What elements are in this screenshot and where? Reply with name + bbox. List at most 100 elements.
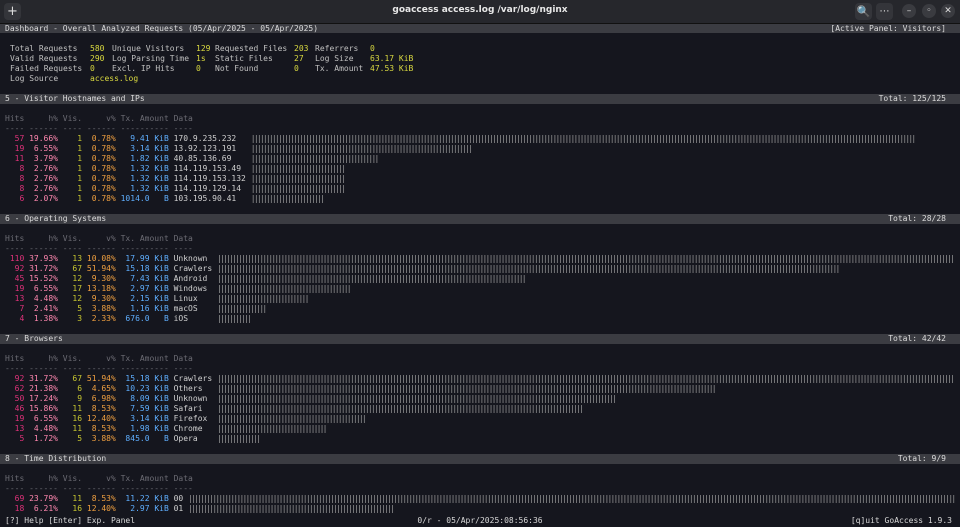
hits-percent: 2.76%: [24, 164, 58, 173]
visitors-value: 5: [57, 304, 83, 313]
row-bar: ||||||||||||||||||||||||||||||||||||||||…: [250, 154, 379, 163]
visitors-percent: 0.78%: [82, 194, 116, 203]
visitors-value: 67: [57, 264, 83, 273]
row-bar: ||||||||||||||||||||||||||||||||||||||||…: [250, 144, 473, 153]
visitors-percent: 51.94%: [82, 264, 116, 273]
hits-percent: 15.86%: [24, 404, 58, 413]
row-data: 170.9.235.232: [173, 134, 237, 143]
tx-amount: 2.15 KiB: [115, 294, 169, 303]
row-bar: ||||||||||||||||: [217, 304, 267, 313]
table-row[interactable]: 11 3.79% 1 0.78% 1.82 KiB 40.85.136.69: [5, 154, 232, 164]
hits-value: 92: [5, 264, 25, 273]
table-header: Hits h% Vis. v% Tx. Amount Data: [5, 114, 193, 123]
table-rule: ---- ------ ---- ------ ---------- ----: [5, 364, 193, 373]
stat-label: Unique Visitors: [112, 44, 185, 53]
table-row[interactable]: 19 6.55% 1 0.78% 3.14 KiB 13.92.123.191: [5, 144, 237, 154]
visitors-value: 1: [57, 134, 83, 143]
table-row[interactable]: 5 1.72% 5 3.88% 845.0 B Opera: [5, 434, 198, 444]
tx-amount: 1014.0 B: [115, 194, 169, 203]
stat-label: Failed Requests: [10, 64, 83, 73]
table-header: Hits h% Vis. v% Tx. Amount Data: [5, 474, 193, 483]
window-title: goaccess access.log /var/log/nginx: [392, 5, 568, 15]
visitors-value: 16: [57, 504, 83, 513]
tx-amount: 9.41 KiB: [115, 134, 169, 143]
panel-title: 8 - Time Distribution: [5, 454, 107, 463]
visitors-percent: 4.65%: [82, 384, 116, 393]
stat-label: Log Size: [315, 54, 354, 63]
table-row[interactable]: 69 23.79% 11 8.53% 11.22 KiB 00: [5, 494, 184, 504]
tx-amount: 3.14 KiB: [115, 414, 169, 423]
table-row[interactable]: 4 1.38% 3 2.33% 676.0 B iOS: [5, 314, 188, 324]
stat-label: Requested Files: [215, 44, 288, 53]
row-data: 01: [173, 504, 184, 513]
tx-amount: 10.23 KiB: [115, 384, 169, 393]
minimize-button[interactable]: –: [902, 4, 916, 18]
table-row[interactable]: 6 2.07% 1 0.78% 1014.0 B 103.195.90.41: [5, 194, 236, 204]
table-row[interactable]: 7 2.41% 5 3.88% 1.16 KiB macOS: [5, 304, 198, 314]
table-rule: ---- ------ ---- ------ ---------- ----: [5, 484, 193, 493]
menu-button[interactable]: ⋯: [876, 3, 893, 20]
visitors-value: 1: [57, 144, 83, 153]
maximize-button[interactable]: ◦: [922, 4, 936, 18]
row-data: 114.119.153.132: [173, 174, 246, 183]
hits-value: 69: [5, 494, 25, 503]
panel-header[interactable]: 6 - Operating Systems Total: 28/28: [0, 214, 960, 224]
search-icon: 🔍: [856, 5, 871, 18]
table-row[interactable]: 8 2.76% 1 0.78% 1.32 KiB 114.119.153.132: [5, 174, 246, 184]
table-row[interactable]: 13 4.48% 12 9.30% 2.15 KiB Linux: [5, 294, 198, 304]
row-data: 00: [173, 494, 184, 503]
visitors-value: 5: [57, 434, 83, 443]
row-data: Windows: [173, 284, 208, 293]
row-bar: ||||||||||||||||||||||||||||||||||||||||…: [217, 394, 617, 403]
table-row[interactable]: 62 21.38% 6 4.65% 10.23 KiB Others: [5, 384, 203, 394]
table-row[interactable]: 18 6.21% 16 12.40% 2.97 KiB 01: [5, 504, 184, 514]
row-data: 13.92.123.191: [173, 144, 237, 153]
hits-value: 8: [5, 184, 25, 193]
row-data: Linux: [173, 294, 198, 303]
tx-amount: 1.32 KiB: [115, 184, 169, 193]
row-bar: |||||||||||: [217, 314, 252, 323]
stat-value: 27: [294, 54, 304, 63]
dashboard-header: Dashboard - Overall Analyzed Requests (0…: [0, 24, 960, 33]
panel-header[interactable]: 8 - Time Distribution Total: 9/9: [0, 454, 960, 464]
search-button[interactable]: 🔍: [855, 3, 872, 20]
hits-percent: 15.52%: [24, 274, 58, 283]
panel-title: 5 - Visitor Hostnames and IPs: [5, 94, 145, 103]
visitors-value: 9: [57, 394, 83, 403]
hits-value: 19: [5, 284, 25, 293]
table-row[interactable]: 8 2.76% 1 0.78% 1.32 KiB 114.119.153.49: [5, 164, 241, 174]
table-row[interactable]: 110 37.93% 13 10.08% 17.99 KiB Unknown: [5, 254, 208, 264]
stat-value: 0: [196, 64, 201, 73]
panel-header[interactable]: 5 - Visitor Hostnames and IPs Total: 125/…: [0, 94, 960, 104]
table-row[interactable]: 8 2.76% 1 0.78% 1.32 KiB 114.119.129.14: [5, 184, 241, 194]
row-bar: ||||||||||||||||||||||||||||||||||||||||…: [217, 404, 584, 413]
row-bar: ||||||||||||||||||||||||||||||||||||||||…: [217, 254, 955, 263]
table-row[interactable]: 92 31.72% 67 51.94% 15.18 KiB Crawlers: [5, 374, 213, 384]
stat-value: 63.17 KiB: [370, 54, 414, 63]
more-icon: ⋯: [879, 6, 890, 17]
table-row[interactable]: 57 19.66% 1 0.78% 9.41 KiB 170.9.235.232: [5, 134, 237, 144]
table-row[interactable]: 19 6.55% 16 12.40% 3.14 KiB Firefox: [5, 414, 208, 424]
table-row[interactable]: 45 15.52% 12 9.30% 7.43 KiB Android: [5, 274, 208, 284]
table-row[interactable]: 92 31.72% 67 51.94% 15.18 KiB Crawlers: [5, 264, 213, 274]
hits-percent: 1.38%: [24, 314, 58, 323]
close-button[interactable]: ✕: [941, 4, 955, 18]
stat-value: 47.53 KiB: [370, 64, 414, 73]
visitors-percent: 8.53%: [82, 424, 116, 433]
table-row[interactable]: 46 15.86% 11 8.53% 7.59 KiB Safari: [5, 404, 203, 414]
table-row[interactable]: 13 4.48% 11 8.53% 1.98 KiB Chrome: [5, 424, 203, 434]
stat-label: Not Found: [215, 64, 259, 73]
row-bar: ||||||||||||||||||||||||||||||||||||||||…: [217, 414, 367, 423]
hits-value: 62: [5, 384, 25, 393]
table-row[interactable]: 19 6.55% 17 13.18% 2.97 KiB Windows: [5, 284, 208, 294]
hits-value: 110: [5, 254, 25, 263]
row-data: Opera: [173, 434, 198, 443]
panel-header[interactable]: 7 - Browsers Total: 42/42: [0, 334, 960, 344]
hits-value: 8: [5, 164, 25, 173]
tx-amount: 8.09 KiB: [115, 394, 169, 403]
visitors-percent: 12.40%: [82, 504, 116, 513]
row-data: 40.85.136.69: [173, 154, 232, 163]
table-row[interactable]: 50 17.24% 9 6.98% 8.09 KiB Unknown: [5, 394, 208, 404]
hits-value: 4: [5, 314, 25, 323]
row-data: macOS: [173, 304, 198, 313]
